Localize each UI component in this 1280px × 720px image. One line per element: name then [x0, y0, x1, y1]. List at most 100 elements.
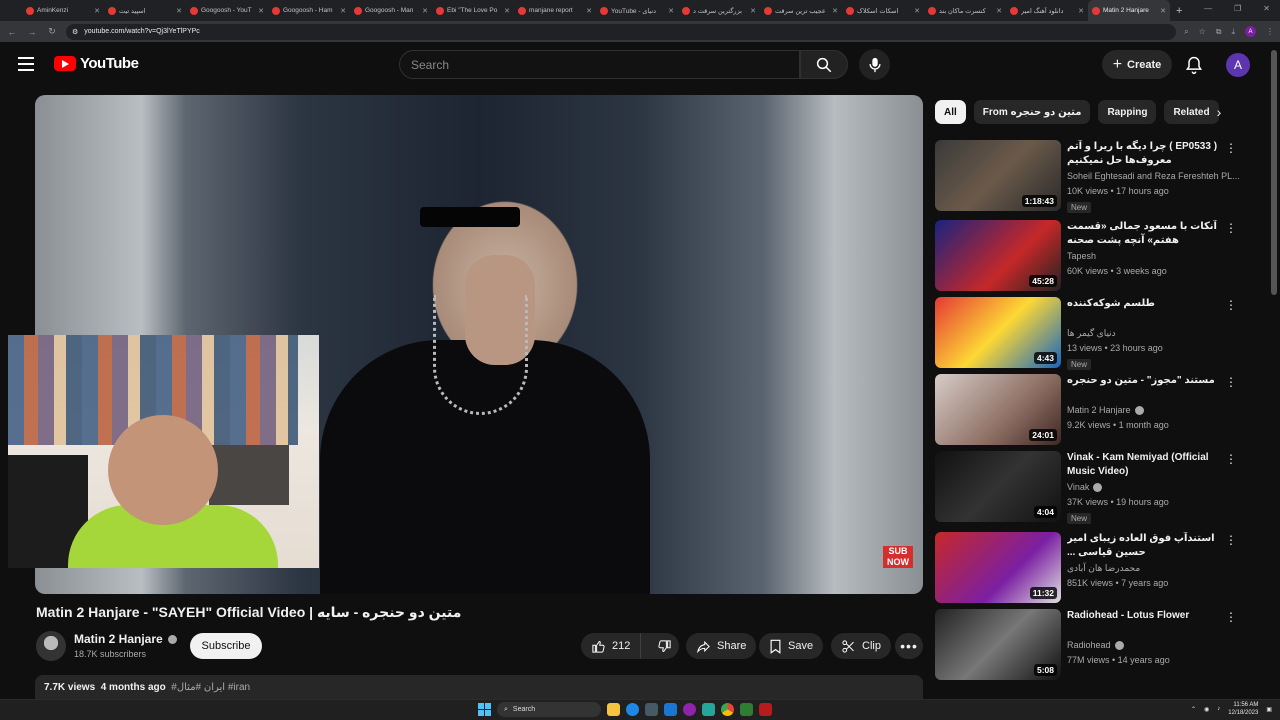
- video-thumbnail[interactable]: 5:08: [935, 609, 1061, 680]
- chrome-icon[interactable]: [721, 703, 734, 716]
- search-button[interactable]: [800, 50, 848, 79]
- tab-close-icon[interactable]: ✕: [176, 7, 182, 15]
- page-scrollbar[interactable]: [1271, 50, 1277, 295]
- recommendation-item[interactable]: 4:43 طلسم شوکه‌کننده دنیای گیمر ها 13 views…: [935, 297, 1240, 370]
- hashtags[interactable]: #ایران #مثال #iran: [171, 682, 250, 693]
- youtube-logo[interactable]: YouTube: [54, 55, 139, 72]
- messenger-icon[interactable]: [683, 703, 696, 716]
- browser-tab[interactable]: Googoosh - Man ✕: [350, 0, 432, 21]
- tab-close-icon[interactable]: ✕: [504, 7, 510, 15]
- download-icon[interactable]: ⤓: [1231, 27, 1235, 37]
- search-input[interactable]: [411, 57, 799, 72]
- filter-chip[interactable]: Rapping: [1098, 100, 1157, 124]
- browser-tab[interactable]: manjane report ✕: [514, 0, 596, 21]
- zoom-icon[interactable]: ⌕: [1184, 27, 1188, 37]
- edge-browser-icon[interactable]: [626, 703, 639, 716]
- more-vertical-icon[interactable]: ⋮: [1225, 534, 1237, 546]
- save-button[interactable]: Save: [759, 633, 824, 659]
- tab-close-icon[interactable]: ✕: [340, 7, 346, 15]
- recommendation-title[interactable]: آنکات با مسعود جمالی «قسمت هفتم» آنچه پش…: [1067, 220, 1222, 248]
- browser-tab[interactable]: کنسرت ماکان بند ✕: [924, 0, 1006, 21]
- reload-icon[interactable]: ↻: [46, 26, 58, 37]
- tab-close-icon[interactable]: ✕: [750, 7, 756, 15]
- channel-name[interactable]: Matin 2 Hanjare: [74, 632, 163, 646]
- file-explorer-icon[interactable]: [607, 703, 620, 716]
- browser-tab[interactable]: دانلود آهنگ امیر ✕: [1006, 0, 1088, 21]
- forward-icon[interactable]: →: [26, 27, 38, 37]
- tab-close-icon[interactable]: ✕: [668, 7, 674, 15]
- recommendation-item[interactable]: 24:01 مستند "مجوز" - متین دو حنجره Matin 2…: [935, 374, 1240, 446]
- taskbar-search[interactable]: ⌕ Search: [497, 702, 601, 717]
- recommendation-channel-row[interactable]: محمدرضا هان آبادی: [1067, 563, 1140, 574]
- channel-avatar[interactable]: [36, 631, 66, 661]
- more-vertical-icon[interactable]: ⋮: [1225, 453, 1237, 465]
- clip-button[interactable]: Clip: [831, 633, 891, 659]
- chevron-right-icon[interactable]: ›: [1210, 103, 1228, 121]
- more-vertical-icon[interactable]: ⋮: [1225, 376, 1237, 388]
- notifications-bell-icon[interactable]: [1184, 55, 1204, 75]
- extensions-icon[interactable]: ⧉: [1216, 27, 1222, 37]
- subscribe-button[interactable]: Subscribe: [190, 633, 262, 659]
- video-thumbnail[interactable]: 1:18:43: [935, 140, 1061, 211]
- vscode-icon[interactable]: [664, 703, 677, 716]
- video-thumbnail[interactable]: 4:04: [935, 451, 1061, 522]
- tab-close-icon[interactable]: ✕: [914, 7, 920, 15]
- recommendation-item[interactable]: 11:32 استندآپ فوق العاده زیبای امیر حسین …: [935, 532, 1240, 604]
- recommendation-item[interactable]: 45:28 آنکات با مسعود جمالی «قسمت هفتم» آن…: [935, 220, 1240, 292]
- recommendation-channel-row[interactable]: دنیای گیمر ها: [1067, 328, 1116, 339]
- like-button[interactable]: 212: [581, 633, 642, 659]
- more-vertical-icon[interactable]: ⋮: [1225, 299, 1237, 311]
- share-button[interactable]: Share: [686, 633, 757, 659]
- recommendation-channel-row[interactable]: Radiohead: [1067, 640, 1124, 650]
- create-button[interactable]: + Create: [1102, 50, 1172, 79]
- filter-chip[interactable]: From متین دو حنجره: [973, 100, 1091, 124]
- browser-tab[interactable]: AminKenzi ✕: [22, 0, 104, 21]
- recommendation-channel-row[interactable]: Tapesh: [1067, 251, 1096, 261]
- browser-tab[interactable]: Googoosh - YouT ✕: [186, 0, 268, 21]
- recommendation-title[interactable]: استندآپ فوق العاده زیبای امیر حسین قیاسی…: [1067, 532, 1222, 560]
- browser-tab[interactable]: بزرگترین سرقت د ✕: [678, 0, 760, 21]
- browser-tab[interactable]: YouTube - دنیای ✕: [596, 0, 678, 21]
- minimize-icon[interactable]: —: [1204, 4, 1212, 13]
- browser-tab[interactable]: اسکات اسکلاک ✕: [842, 0, 924, 21]
- recommendation-channel-row[interactable]: Vinak: [1067, 482, 1103, 492]
- menu-icon[interactable]: [18, 57, 34, 71]
- recorder-icon[interactable]: [759, 703, 772, 716]
- recommendation-item[interactable]: 5:08 Radiohead - Lotus Flower Radiohead 77M…: [935, 609, 1240, 681]
- channel-watermark[interactable]: SUB NOW: [883, 546, 913, 576]
- tab-close-icon[interactable]: ✕: [996, 7, 1002, 15]
- recommendation-channel-row[interactable]: Matin 2 Hanjare: [1067, 405, 1144, 415]
- recommendation-title[interactable]: مستند "مجوز" - متین دو حنجره: [1067, 374, 1222, 388]
- video-thumbnail[interactable]: 11:32: [935, 532, 1061, 603]
- new-tab-button[interactable]: +: [1170, 5, 1188, 17]
- store-icon[interactable]: [645, 703, 658, 716]
- dislike-button[interactable]: [647, 633, 682, 659]
- video-thumbnail[interactable]: 24:01: [935, 374, 1061, 445]
- tray-chevron-icon[interactable]: ⌃: [1191, 706, 1196, 713]
- tab-close-icon[interactable]: ✕: [258, 7, 264, 15]
- recommendation-title[interactable]: طلسم شوکه‌کننده: [1067, 297, 1222, 311]
- system-clock[interactable]: 11:56 AM 12/18/2023: [1228, 701, 1258, 717]
- tab-close-icon[interactable]: ✕: [94, 7, 100, 15]
- pen-app-icon[interactable]: [702, 703, 715, 716]
- more-vertical-icon[interactable]: ⋮: [1225, 222, 1237, 234]
- terminal-icon[interactable]: [740, 703, 753, 716]
- bookmark-star-icon[interactable]: ☆: [1199, 27, 1206, 36]
- recommendation-channel-row[interactable]: Soheil Eghtesadi and Reza Fereshteh PL..…: [1067, 171, 1240, 181]
- recommendation-title[interactable]: چرا دیگه با ریرا و آتم ( EP0533 ) معروف‌…: [1067, 140, 1222, 168]
- windows-start-icon[interactable]: [478, 703, 491, 716]
- recommendation-title[interactable]: Radiohead - Lotus Flower: [1067, 609, 1222, 623]
- tab-close-icon[interactable]: ✕: [1160, 7, 1166, 15]
- back-icon[interactable]: ←: [6, 27, 18, 37]
- volume-icon[interactable]: ♪: [1217, 706, 1220, 712]
- more-actions-button[interactable]: •••: [895, 633, 923, 659]
- video-thumbnail[interactable]: 45:28: [935, 220, 1061, 291]
- recommendation-item[interactable]: 4:04 Vinak - Kam Nemiyad (Official Music …: [935, 451, 1240, 524]
- maximize-icon[interactable]: ❐: [1234, 4, 1241, 13]
- browser-tab[interactable]: عجیب ترین سرقت ✕: [760, 0, 842, 21]
- browser-tab[interactable]: Ebi "The Love Po ✕: [432, 0, 514, 21]
- browser-tab[interactable]: اسپید تیت ✕: [104, 0, 186, 21]
- tab-close-icon[interactable]: ✕: [422, 7, 428, 15]
- tab-close-icon[interactable]: ✕: [586, 7, 592, 15]
- close-window-icon[interactable]: ✕: [1263, 4, 1270, 13]
